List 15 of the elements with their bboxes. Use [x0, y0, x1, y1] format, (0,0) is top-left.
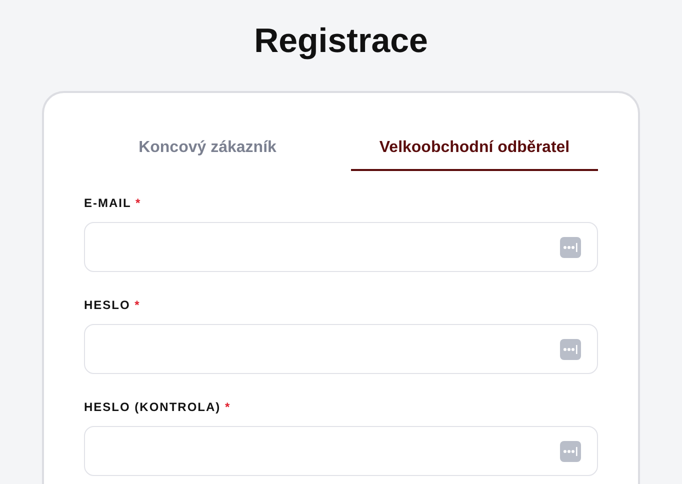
field-label: HESLO	[84, 298, 132, 312]
input-field[interactable]	[84, 324, 598, 374]
required-mark: *	[225, 400, 231, 414]
password-manager-icon[interactable]	[560, 236, 581, 258]
field-label: E-MAIL	[84, 196, 132, 210]
tab[interactable]: Velkoobchodní odběratel	[351, 128, 598, 171]
input-field[interactable]	[84, 222, 598, 272]
required-mark: *	[134, 298, 140, 312]
required-mark: *	[135, 196, 142, 210]
password-manager-icon[interactable]	[560, 338, 581, 360]
page-title: Registrace	[253, 21, 429, 62]
field-label: HESLO (KONTROLA)	[84, 400, 222, 414]
password-manager-icon[interactable]	[560, 440, 581, 462]
input-field[interactable]	[84, 426, 598, 476]
tab[interactable]: Koncový zákazník	[84, 128, 331, 171]
